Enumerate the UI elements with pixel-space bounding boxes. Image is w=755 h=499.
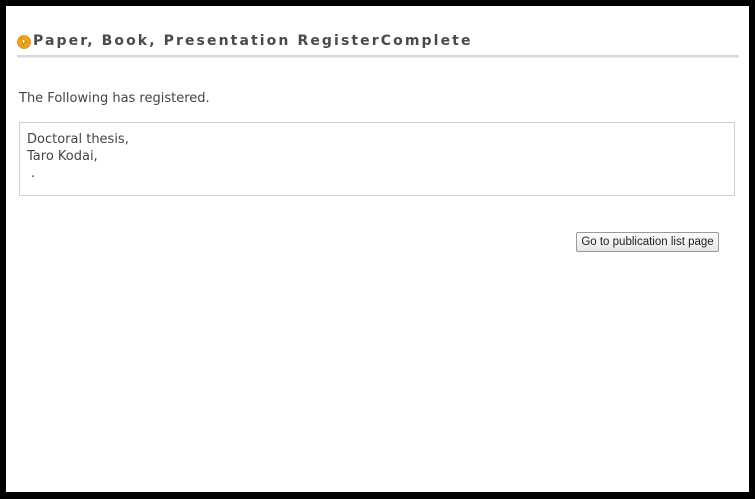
pen-bullet-icon [17, 34, 31, 49]
item-terminator-line: . [31, 166, 36, 181]
registered-item-box: Doctoral thesis, Taro Kodai, . [19, 122, 735, 196]
page-title: Paper, Book, Presentation RegisterComple… [33, 33, 473, 49]
go-to-publication-list-button[interactable]: Go to publication list page [576, 232, 719, 252]
registration-message: The Following has registered. [19, 91, 210, 106]
item-author-line: Taro Kodai, [27, 149, 98, 164]
content-window: Paper, Book, Presentation RegisterComple… [6, 6, 749, 492]
item-type-line: Doctoral thesis, [27, 132, 129, 147]
page-header: Paper, Book, Presentation RegisterComple… [17, 30, 737, 52]
title-divider [17, 55, 739, 58]
